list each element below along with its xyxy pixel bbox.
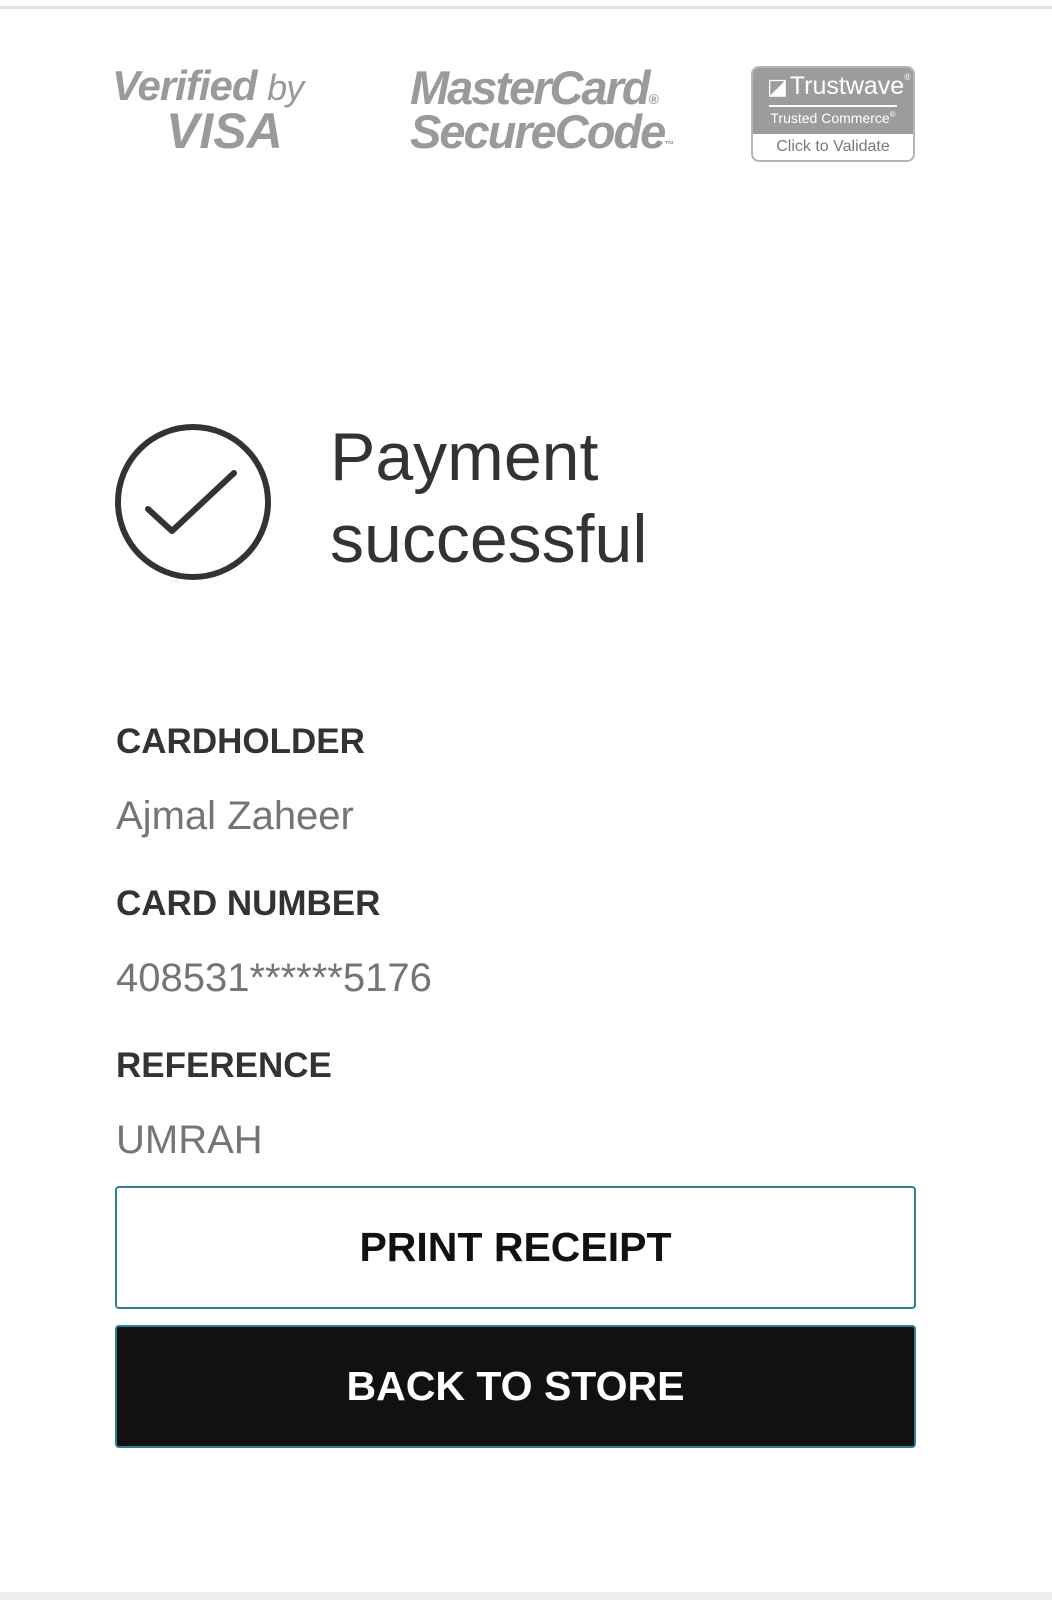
- back-to-store-button[interactable]: BACK TO STORE: [115, 1325, 916, 1448]
- cardholder-value: Ajmal Zaheer: [116, 794, 354, 838]
- trustwave-name: ◪Trustwave®: [767, 72, 911, 100]
- mastercard-securecode-logo: MasterCard® SecureCode™: [410, 60, 674, 158]
- check-circle-icon: [115, 424, 271, 580]
- reference-value: UMRAH: [116, 1118, 263, 1162]
- trustwave-validate-link[interactable]: Click to Validate: [753, 138, 913, 156]
- trustwave-seal[interactable]: ◪Trustwave® Trusted Commerce® Click to V…: [751, 66, 915, 162]
- status-title-line-2: successful: [330, 501, 648, 577]
- cardholder-label: CARDHOLDER: [116, 722, 365, 761]
- card-number-label: CARD NUMBER: [116, 884, 381, 923]
- payment-status-title: Payment successful: [330, 416, 890, 580]
- print-receipt-button[interactable]: PRINT RECEIPT: [115, 1186, 916, 1309]
- card-number-value: 408531******5176: [116, 956, 432, 1000]
- bottom-divider: [0, 1592, 1052, 1600]
- reference-label: REFERENCE: [116, 1046, 332, 1085]
- visa-line-2: VISA: [166, 103, 283, 159]
- trustwave-rule: [769, 105, 897, 107]
- status-title-line-1: Payment: [330, 419, 599, 495]
- verified-by-visa-logo: Verified by VISA: [112, 60, 312, 159]
- trustwave-mark-icon: ◪: [767, 74, 788, 99]
- trustwave-subtitle: Trusted Commerce®: [770, 110, 896, 126]
- mastercard-line-2: SecureCode™: [410, 105, 674, 158]
- top-divider: [0, 6, 1052, 9]
